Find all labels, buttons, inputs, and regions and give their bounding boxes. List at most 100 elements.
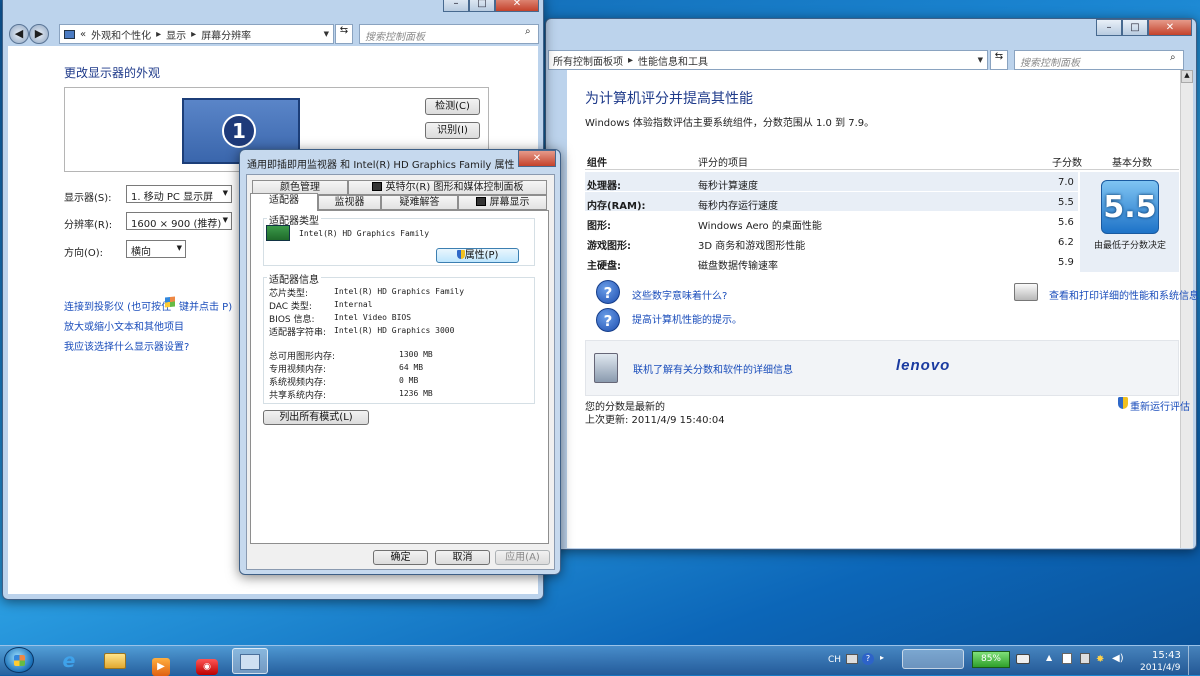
breadcrumb-item[interactable]: 性能信息和工具 bbox=[638, 53, 708, 68]
list-all-modes-button[interactable]: 列出所有模式(L) bbox=[263, 410, 369, 425]
link-projector[interactable]: 连接到投影仪 (也可按住 bbox=[64, 298, 171, 313]
tab-intel-graphics[interactable]: 英特尔(R) 图形和媒体控制面板 bbox=[348, 180, 547, 195]
tab-label: 屏幕显示 bbox=[489, 197, 530, 208]
display-select[interactable]: 1. 移动 PC 显示屏 bbox=[126, 185, 232, 203]
breadcrumb-item[interactable]: 外观和个性化 bbox=[91, 27, 151, 42]
breadcrumb-item[interactable]: 显示 bbox=[166, 27, 186, 42]
power-plug-icon[interactable] bbox=[1016, 654, 1030, 664]
ok-button[interactable]: 确定 bbox=[373, 550, 428, 565]
close-button[interactable]: ✕ bbox=[1148, 19, 1192, 36]
monitor-number: 1 bbox=[222, 114, 256, 148]
breadcrumb-item[interactable]: « bbox=[80, 29, 86, 40]
row-score: 5.9 bbox=[1058, 257, 1074, 268]
dialog-title: 通用即插即用监视器 和 Intel(R) HD Graphics Family … bbox=[247, 160, 515, 171]
flag-icon[interactable] bbox=[1062, 653, 1072, 664]
row-score: 5.5 bbox=[1058, 197, 1074, 208]
row-component: 主硬盘: bbox=[587, 261, 621, 272]
control-panel-taskbar-icon[interactable] bbox=[232, 648, 268, 674]
dialog-close-button[interactable]: ✕ bbox=[518, 150, 556, 167]
header-rated: 评分的项目 bbox=[698, 158, 748, 169]
search-input[interactable]: 搜索控制面板 bbox=[359, 24, 539, 44]
tab-troubleshoot[interactable]: 疑难解答 bbox=[381, 195, 458, 210]
tray-arrow-icon[interactable]: ▸ bbox=[880, 653, 884, 662]
link-text-size[interactable]: 放大或缩小文本和其他项目 bbox=[64, 318, 184, 333]
dropdown-icon[interactable]: ▼ bbox=[324, 30, 329, 38]
info-value: Internal bbox=[334, 300, 373, 309]
tab-label: 英特尔(R) 图形和媒体控制面板 bbox=[385, 182, 524, 193]
breadcrumb-separator-icon: ▸ bbox=[156, 28, 162, 40]
dropdown-icon[interactable]: ▼ bbox=[978, 56, 983, 64]
show-hidden-icons-icon[interactable]: ▲ bbox=[1046, 653, 1052, 662]
internet-explorer-icon[interactable]: e bbox=[52, 648, 86, 674]
link-what-numbers-mean[interactable]: 这些数字意味着什么? bbox=[632, 287, 727, 302]
tab-monitor[interactable]: 监视器 bbox=[318, 195, 381, 210]
signal-strength-icon[interactable] bbox=[902, 649, 964, 669]
link-projector-key[interactable]: 键并点击 P) bbox=[179, 298, 232, 313]
table-row: 主硬盘: 磁盘数据传输速率 5.9 bbox=[585, 252, 1078, 272]
help-icon[interactable]: ? bbox=[596, 280, 620, 304]
clock-time[interactable]: 15:43 bbox=[1152, 650, 1181, 661]
close-button[interactable]: ✕ bbox=[495, 0, 539, 12]
refresh-icon[interactable]: ⇆ bbox=[335, 24, 353, 44]
windows-logo-icon bbox=[165, 296, 175, 308]
help-icon[interactable]: ? bbox=[596, 308, 620, 332]
base-score-panel: 5.5 由最低子分数决定 bbox=[1080, 172, 1179, 272]
show-desktop-button[interactable] bbox=[1188, 646, 1200, 675]
refresh-icon[interactable]: ⇆ bbox=[990, 50, 1008, 70]
adapter-properties-button[interactable]: 属性(P) bbox=[436, 248, 519, 263]
detect-button[interactable]: 检测(C) bbox=[425, 98, 480, 115]
table-row: 处理器: 每秒计算速度 7.0 bbox=[585, 172, 1078, 192]
breadcrumb-item[interactable]: 屏幕分辨率 bbox=[201, 27, 251, 42]
forward-button[interactable]: ▶ bbox=[29, 24, 49, 44]
address-bar[interactable]: « 外观和个性化 ▸ 显示 ▸ 屏幕分辨率 ▼ bbox=[59, 24, 334, 44]
search-icon[interactable]: ⌕ bbox=[525, 26, 531, 37]
tab-adapter[interactable]: 适配器 bbox=[250, 193, 318, 211]
maximize-button[interactable]: □ bbox=[1122, 19, 1148, 36]
link-display-settings-help[interactable]: 我应该选择什么显示器设置? bbox=[64, 338, 189, 353]
row-component: 图形: bbox=[587, 221, 611, 232]
table-row: 游戏图形: 3D 商务和游戏图形性能 6.2 bbox=[585, 232, 1078, 252]
header-base: 基本分数 bbox=[1112, 158, 1152, 169]
language-indicator[interactable]: CH bbox=[828, 655, 841, 665]
orientation-select[interactable]: 横向 bbox=[126, 240, 186, 258]
header-subscore: 子分数 bbox=[1052, 158, 1082, 169]
network-icon[interactable] bbox=[1080, 653, 1090, 664]
scroll-up-icon[interactable]: ▲ bbox=[1181, 70, 1193, 83]
identify-button[interactable]: 识别(I) bbox=[425, 122, 480, 139]
address-bar[interactable]: 所有控制面板项 ▸ 性能信息和工具 ▼ bbox=[548, 50, 988, 70]
search-input[interactable]: 搜索控制面板 bbox=[1014, 50, 1184, 70]
scrollbar[interactable]: ▲ bbox=[1180, 70, 1193, 548]
back-button[interactable]: ◀ bbox=[9, 24, 29, 44]
info-value: Intel(R) HD Graphics 3000 bbox=[334, 326, 455, 335]
keyboard-icon[interactable] bbox=[846, 654, 858, 664]
page-title: 更改显示器的外观 bbox=[64, 66, 161, 80]
info-value: Intel(R) HD Graphics Family bbox=[334, 287, 465, 296]
apply-button[interactable]: 应用(A) bbox=[495, 550, 550, 565]
rerun-assessment-link[interactable]: 重新运行评估 bbox=[1130, 398, 1190, 413]
info-key: DAC 类型: bbox=[269, 302, 312, 312]
file-explorer-icon[interactable] bbox=[98, 648, 132, 674]
online-info-panel: 联机了解有关分数和软件的详细信息 lenovo bbox=[585, 340, 1179, 396]
intel-graphics-icon bbox=[371, 182, 382, 191]
cancel-button[interactable]: 取消 bbox=[435, 550, 490, 565]
volume-icon[interactable]: ◀) bbox=[1112, 653, 1124, 664]
link-online-details[interactable]: 联机了解有关分数和软件的详细信息 bbox=[633, 361, 793, 376]
tab-screen-display[interactable]: 屏幕显示 bbox=[458, 195, 547, 210]
clock-date[interactable]: 2011/4/9 bbox=[1140, 663, 1180, 673]
minimize-button[interactable]: – bbox=[443, 0, 469, 12]
media-player-icon[interactable]: ▶ bbox=[144, 648, 178, 676]
tray-app-icon[interactable]: ✸ bbox=[1096, 654, 1104, 665]
search-icon[interactable]: ⌕ bbox=[1170, 52, 1176, 63]
shield-icon bbox=[1118, 397, 1128, 409]
maximize-button[interactable]: □ bbox=[469, 0, 495, 12]
row-rated: 每秒计算速度 bbox=[698, 181, 758, 192]
link-print-details[interactable]: 查看和打印详细的性能和系统信息 bbox=[1049, 287, 1199, 302]
minimize-button[interactable]: – bbox=[1096, 19, 1122, 36]
breadcrumb-item[interactable]: 所有控制面板项 bbox=[553, 53, 623, 68]
red-app-icon[interactable]: ◉ bbox=[190, 648, 224, 675]
resolution-select[interactable]: 1600 × 900 (推荐) bbox=[126, 212, 232, 230]
link-improve-tips[interactable]: 提高计算机性能的提示。 bbox=[632, 311, 742, 326]
start-button[interactable] bbox=[4, 647, 34, 673]
battery-indicator[interactable]: 85% bbox=[972, 651, 1010, 668]
help-tray-icon[interactable]: ? bbox=[862, 653, 874, 665]
